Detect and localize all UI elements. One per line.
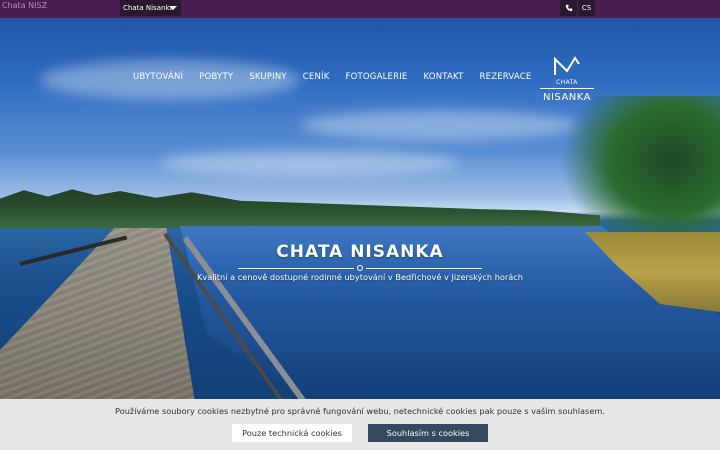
cookie-text: Používáme soubory cookies nezbytné pro s… — [115, 406, 605, 416]
cookie-banner: Používáme soubory cookies nezbytné pro s… — [0, 399, 720, 450]
hero-subtitle: Kvalitní a cenově dostupné rodinné ubyto… — [197, 272, 523, 282]
site-logo[interactable]: CHATA NISANKA — [538, 56, 596, 106]
cloud — [160, 150, 460, 176]
treeline — [0, 189, 600, 228]
nav-kontakt[interactable]: KONTAKT — [424, 72, 464, 82]
technical-cookies-button[interactable]: Pouze technická cookies — [232, 424, 352, 442]
mountain-logo-icon — [554, 56, 580, 75]
nav-fotogalerie[interactable]: FOTOGALERIE — [346, 72, 408, 82]
divider-left — [238, 268, 354, 269]
property-select-label: Chata Nisanka — [123, 4, 174, 12]
phone-button[interactable] — [560, 0, 577, 16]
cloud — [300, 110, 580, 140]
nav-rezervace[interactable]: REZERVACE — [480, 72, 532, 82]
divider-dot — [357, 265, 363, 271]
main-nav: UBYTOVÁNÍ POBYTY SKUPINY CENÍK FOTOGALER… — [133, 72, 547, 82]
nav-skupiny[interactable]: SKUPINY — [249, 72, 287, 82]
logo-small-text: CHATA — [556, 79, 578, 86]
phone-icon — [565, 4, 572, 12]
logo-divider — [540, 88, 594, 89]
top-bar: Chata NISZ Chata Nisanka CS — [0, 0, 720, 18]
property-select[interactable]: Chata Nisanka — [120, 0, 181, 16]
broken-image: Chata NISZ — [2, 1, 48, 10]
chevron-down-icon — [169, 6, 177, 10]
divider-right — [366, 268, 482, 269]
accept-cookies-button[interactable]: Souhlasím s cookies — [368, 424, 488, 442]
nav-cenik[interactable]: CENÍK — [303, 72, 330, 82]
hero-background — [0, 0, 720, 450]
nav-pobyty[interactable]: POBYTY — [199, 72, 233, 82]
hero-title: CHATA NISANKA — [276, 242, 444, 262]
language-switch[interactable]: CS — [578, 0, 595, 16]
logo-big-text: NISANKA — [542, 92, 591, 103]
nav-ubytovani[interactable]: UBYTOVÁNÍ — [133, 72, 183, 82]
